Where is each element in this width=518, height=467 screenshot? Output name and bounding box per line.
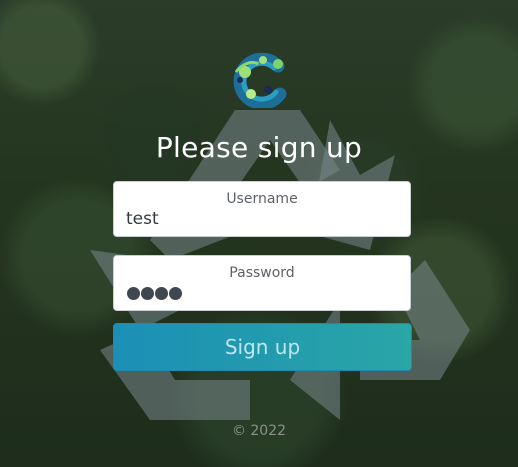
password-dot — [127, 287, 140, 300]
password-dot — [155, 287, 168, 300]
password-dot — [169, 287, 182, 300]
copyright-footer: © 2022 — [231, 423, 287, 439]
username-input[interactable] — [126, 209, 396, 229]
password-label: Password — [229, 265, 295, 281]
password-mask[interactable] — [127, 287, 182, 300]
sign-up-button[interactable]: Sign up — [113, 323, 412, 371]
username-field[interactable]: Username — [113, 181, 411, 237]
password-dot — [141, 287, 154, 300]
password-field[interactable]: Password — [113, 255, 411, 311]
username-label: Username — [226, 191, 298, 207]
page-title: Please sign up — [155, 131, 363, 164]
brand-logo-icon — [228, 50, 290, 110]
